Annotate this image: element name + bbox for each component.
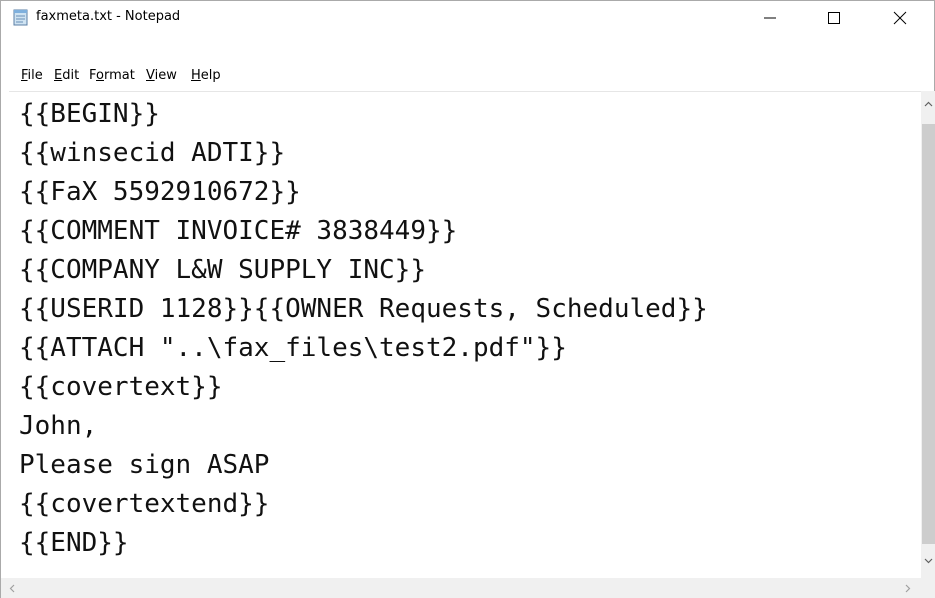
minimize-button[interactable] — [747, 1, 793, 34]
chevron-right-icon — [905, 584, 911, 592]
scroll-down-button[interactable] — [921, 554, 935, 568]
maximize-icon — [828, 11, 840, 24]
chevron-left-icon — [9, 584, 15, 592]
text-line: {{ATTACH "..\fax_files\test2.pdf"}} — [19, 333, 567, 363]
window-title: faxmeta.txt - Notepad — [36, 9, 181, 24]
chevron-down-icon — [924, 558, 933, 564]
vertical-scroll-thumb[interactable] — [922, 124, 935, 544]
notepad-icon — [12, 9, 29, 26]
text-line: {{FaX 5592910672}} — [19, 177, 301, 207]
menu-view[interactable]: View — [146, 68, 177, 83]
chevron-up-icon — [924, 101, 933, 107]
menu-help[interactable]: Help — [191, 68, 221, 83]
scrollbar-corner — [921, 578, 935, 598]
scroll-left-button[interactable] — [5, 581, 19, 595]
close-icon — [893, 11, 907, 24]
close-button[interactable] — [877, 1, 923, 34]
text-line: Please sign ASAP — [19, 450, 270, 480]
text-line: {{covertext}} — [19, 372, 223, 402]
scroll-right-button[interactable] — [901, 581, 915, 595]
menu-bar: File Edit Format View Help — [1, 64, 934, 89]
text-line: {{covertextend}} — [19, 489, 270, 519]
text-line: {{COMPANY L&W SUPPLY INC}} — [19, 255, 426, 285]
title-bar[interactable]: faxmeta.txt - Notepad — [1, 1, 934, 34]
menu-file[interactable]: File — [21, 68, 43, 83]
text-line: {{END}} — [19, 528, 129, 558]
minimize-icon — [764, 17, 776, 18]
menu-format[interactable]: Format — [89, 68, 135, 83]
text-line: {{BEGIN}} — [19, 99, 160, 129]
text-line: {{COMMENT INVOICE# 3838449}} — [19, 216, 458, 246]
text-line: {{USERID 1128}}{{OWNER Requests, Schedul… — [19, 294, 708, 324]
menu-edit[interactable]: Edit — [54, 68, 79, 83]
vertical-scrollbar[interactable] — [921, 91, 935, 578]
text-editor-area[interactable]: {{BEGIN}} {{winsecid ADTI}} {{FaX 559291… — [9, 91, 921, 578]
notepad-window: faxmeta.txt - Notepad File Edit Format V… — [0, 0, 935, 598]
text-line: {{winsecid ADTI}} — [19, 138, 286, 168]
maximize-button[interactable] — [811, 1, 857, 34]
text-line: John, — [19, 411, 98, 441]
scroll-up-button[interactable] — [921, 97, 935, 111]
horizontal-scrollbar[interactable] — [1, 578, 921, 598]
